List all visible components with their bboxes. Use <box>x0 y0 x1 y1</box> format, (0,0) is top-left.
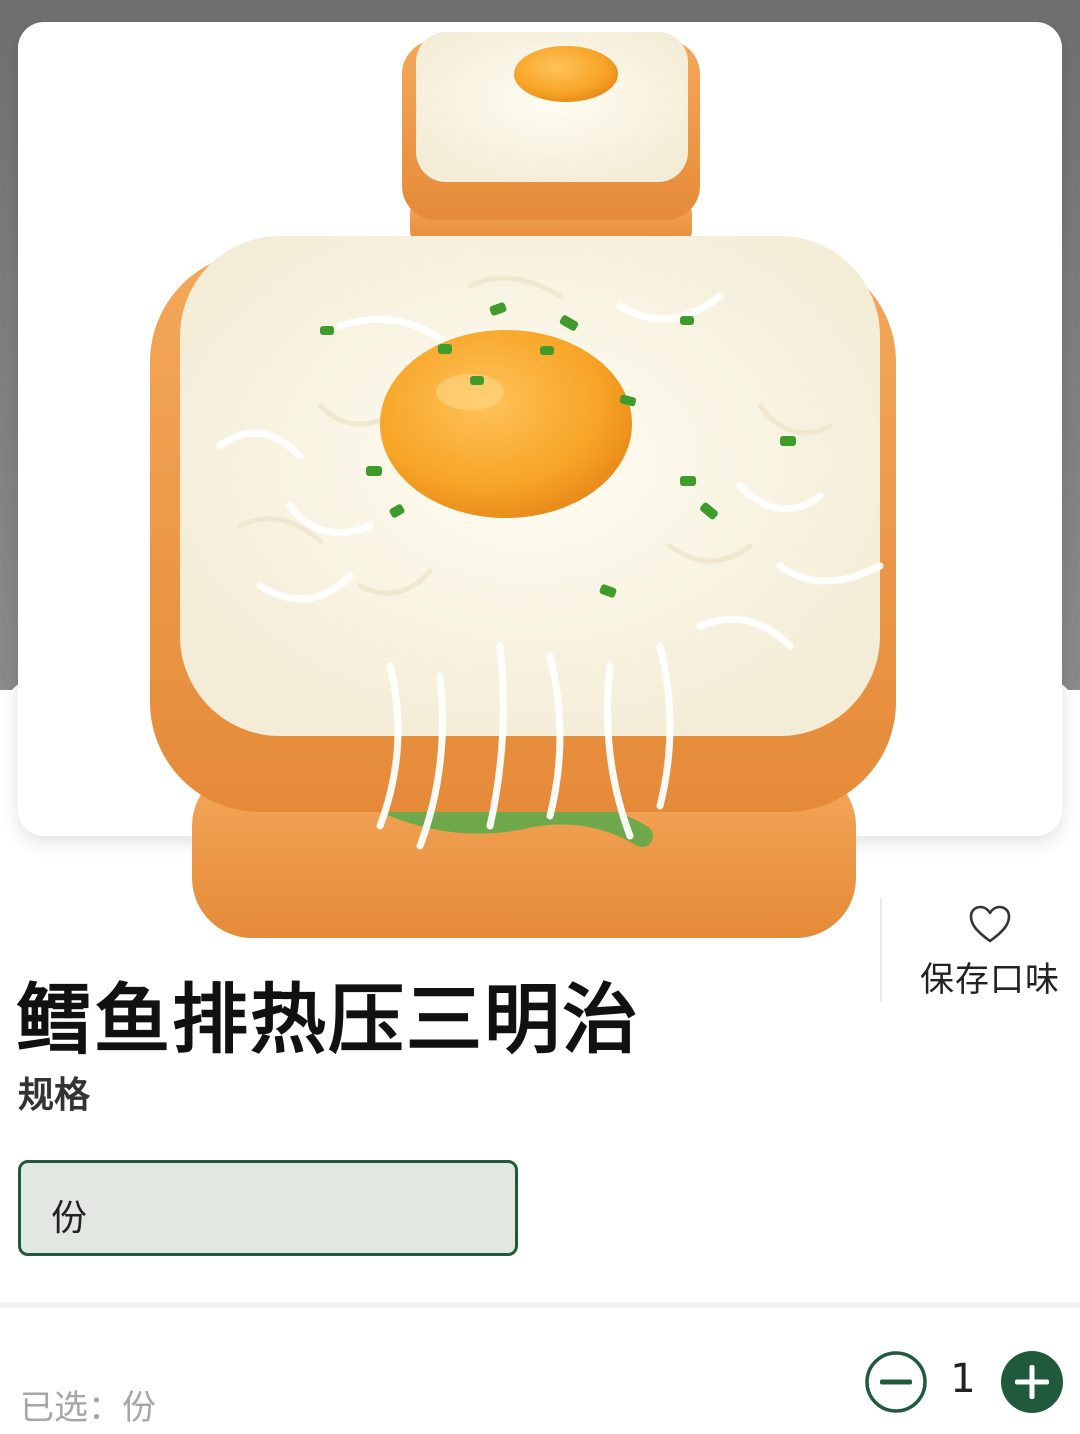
product-detail-page: 鳕鱼排热压三明治 保存口味 规格 份 已选：份 1 <box>0 0 1080 1434</box>
vertical-divider <box>880 898 882 1002</box>
heart-outline-icon <box>969 905 1011 943</box>
footer-divider <box>0 1302 1080 1308</box>
decrease-quantity-button[interactable] <box>864 1350 928 1414</box>
minus-circle-icon <box>865 1351 927 1413</box>
product-title: 鳕鱼排热压三明治 <box>16 975 640 1064</box>
spec-option-portion[interactable]: 份 <box>18 1160 518 1256</box>
save-flavor-label: 保存口味 <box>920 960 1060 1000</box>
plus-circle-icon <box>1001 1351 1063 1413</box>
save-flavor-button[interactable]: 保存口味 <box>910 900 1070 1000</box>
spec-section-label: 规格 <box>18 1075 91 1116</box>
product-image <box>150 32 896 938</box>
selected-summary: 已选：份 <box>20 1388 156 1428</box>
spec-option-label: 份 <box>51 1198 88 1239</box>
increase-quantity-button[interactable] <box>1000 1350 1064 1414</box>
quantity-value: 1 <box>950 1356 976 1402</box>
